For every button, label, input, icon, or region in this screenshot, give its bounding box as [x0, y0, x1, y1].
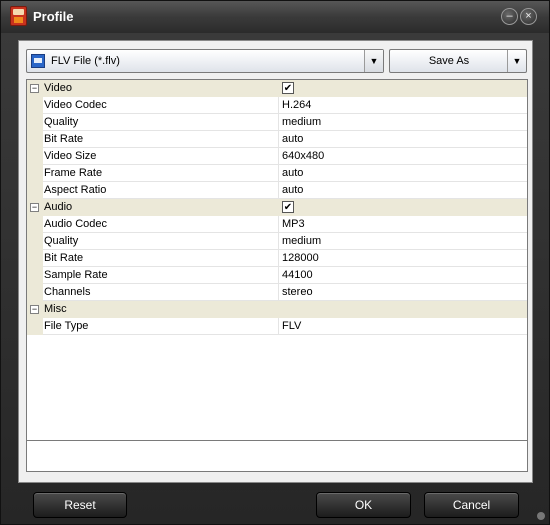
property-value[interactable]: MP3	[280, 216, 527, 233]
row-margin: −	[27, 80, 43, 97]
close-button[interactable]: ×	[520, 8, 537, 25]
property-row[interactable]: Aspect Ratio auto	[27, 182, 527, 199]
property-value[interactable]: auto	[280, 165, 527, 182]
property-rows: − Video ✔ Video Codec H.264 Quality medium Bit …	[27, 80, 527, 335]
row-margin	[27, 97, 43, 114]
reset-button[interactable]: Reset	[33, 492, 127, 518]
property-row[interactable]: Sample Rate 44100	[27, 267, 527, 284]
property-name: Channels	[43, 284, 279, 301]
category-value	[280, 301, 527, 318]
property-name: Video Size	[43, 148, 279, 165]
category-row[interactable]: − Video ✔	[27, 80, 527, 97]
property-value[interactable]: FLV	[280, 318, 527, 335]
title-bar[interactable]: Profile – ×	[1, 1, 549, 33]
row-margin	[27, 250, 43, 267]
category-label: Audio	[43, 199, 279, 216]
ok-button[interactable]: OK	[316, 492, 411, 518]
collapse-icon[interactable]: −	[30, 203, 39, 212]
profile-window: Profile – × FLV File (*.flv) ▼ Save As ▼…	[0, 0, 550, 525]
row-margin	[27, 165, 43, 182]
property-name: Sample Rate	[43, 267, 279, 284]
row-margin	[27, 284, 43, 301]
property-name: Bit Rate	[43, 131, 279, 148]
category-row[interactable]: − Misc	[27, 301, 527, 318]
property-row[interactable]: Video Codec H.264	[27, 97, 527, 114]
row-margin	[27, 131, 43, 148]
row-margin	[27, 233, 43, 250]
app-logo-icon	[10, 6, 27, 26]
property-name: Frame Rate	[43, 165, 279, 182]
close-icon: ×	[525, 10, 532, 22]
category-value: ✔	[280, 199, 527, 216]
description-pane	[27, 440, 527, 471]
chevron-down-icon[interactable]: ▼	[364, 50, 383, 72]
row-margin	[27, 148, 43, 165]
minimize-icon: –	[506, 10, 513, 22]
property-row[interactable]: File Type FLV	[27, 318, 527, 335]
category-label: Video	[43, 80, 279, 97]
property-name: File Type	[43, 318, 279, 335]
window-title: Profile	[33, 9, 74, 24]
row-margin: −	[27, 199, 43, 216]
row-margin	[27, 216, 43, 233]
category-value: ✔	[280, 80, 527, 97]
property-row[interactable]: Frame Rate auto	[27, 165, 527, 182]
row-margin	[27, 318, 43, 335]
video-file-icon	[31, 54, 45, 68]
property-grid: − Video ✔ Video Codec H.264 Quality medium Bit …	[26, 79, 528, 472]
row-margin	[27, 114, 43, 131]
category-row[interactable]: − Audio ✔	[27, 199, 527, 216]
property-name: Aspect Ratio	[43, 182, 279, 199]
property-value[interactable]: stereo	[280, 284, 527, 301]
property-value[interactable]: medium	[280, 114, 527, 131]
property-row[interactable]: Quality medium	[27, 114, 527, 131]
enable-checkbox[interactable]: ✔	[282, 201, 294, 213]
property-value[interactable]: medium	[280, 233, 527, 250]
format-select-value: FLV File (*.flv)	[51, 55, 120, 67]
chevron-down-icon[interactable]: ▼	[507, 50, 526, 72]
row-margin	[27, 182, 43, 199]
property-value[interactable]: 44100	[280, 267, 527, 284]
property-row[interactable]: Bit Rate auto	[27, 131, 527, 148]
save-as-button[interactable]: Save As ▼	[389, 49, 527, 73]
property-value[interactable]: 640x480	[280, 148, 527, 165]
collapse-icon[interactable]: −	[30, 305, 39, 314]
property-name: Bit Rate	[43, 250, 279, 267]
property-value[interactable]: auto	[280, 182, 527, 199]
property-row[interactable]: Channels stereo	[27, 284, 527, 301]
property-row[interactable]: Audio Codec MP3	[27, 216, 527, 233]
save-as-label: Save As	[428, 55, 470, 67]
property-row[interactable]: Bit Rate 128000	[27, 250, 527, 267]
category-label: Misc	[43, 301, 279, 318]
property-value[interactable]: 128000	[280, 250, 527, 267]
row-margin: −	[27, 301, 43, 318]
resize-grip[interactable]	[537, 512, 545, 520]
property-name: Quality	[43, 233, 279, 250]
format-select[interactable]: FLV File (*.flv) ▼	[26, 49, 384, 73]
dialog-content: FLV File (*.flv) ▼ Save As ▼ − Video ✔ Vide…	[18, 40, 533, 483]
property-name: Video Codec	[43, 97, 279, 114]
property-name: Quality	[43, 114, 279, 131]
property-row[interactable]: Video Size 640x480	[27, 148, 527, 165]
minimize-button[interactable]: –	[501, 8, 518, 25]
property-name: Audio Codec	[43, 216, 279, 233]
cancel-button[interactable]: Cancel	[424, 492, 519, 518]
collapse-icon[interactable]: −	[30, 84, 39, 93]
property-value[interactable]: H.264	[280, 97, 527, 114]
property-value[interactable]: auto	[280, 131, 527, 148]
row-margin	[27, 267, 43, 284]
property-row[interactable]: Quality medium	[27, 233, 527, 250]
enable-checkbox[interactable]: ✔	[282, 82, 294, 94]
